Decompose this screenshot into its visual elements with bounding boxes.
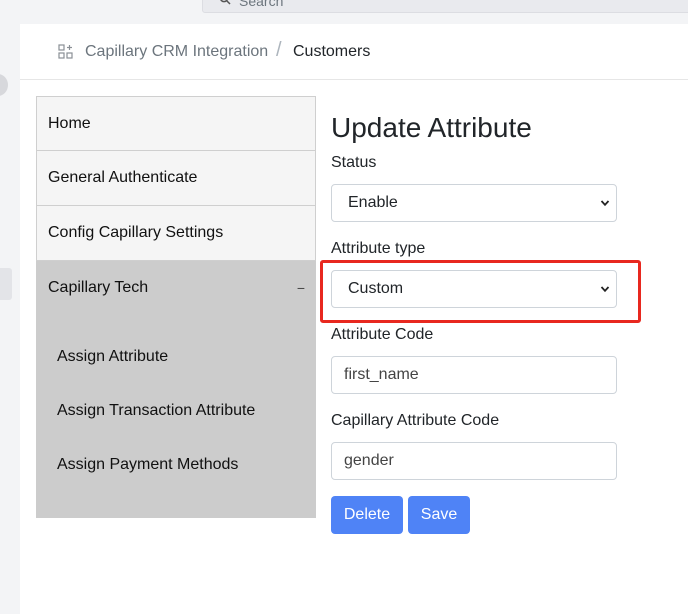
- capillary-attribute-code-input[interactable]: gender: [331, 442, 617, 480]
- sidebar-toggle[interactable]: [0, 74, 8, 96]
- submenu-item-assign-attribute[interactable]: Assign Attribute: [36, 330, 316, 384]
- submenu-item-assign-payment-methods[interactable]: Assign Payment Methods: [36, 438, 316, 492]
- main-panel: Capillary CRM Integration / Customers Ho…: [20, 24, 688, 614]
- side-menu: Home General Authenticate Config Capilla…: [36, 96, 316, 518]
- menu-item-capillary-tech[interactable]: Capillary Tech −: [36, 261, 316, 316]
- submenu-item-label: Assign Transaction Attribute: [57, 402, 256, 419]
- collapse-icon[interactable]: −: [297, 261, 305, 315]
- breadcrumb-separator: /: [276, 39, 282, 61]
- search-placeholder: Search: [239, 0, 284, 9]
- attribute-code-label: Attribute Code: [331, 326, 434, 343]
- capillary-attribute-code-label: Capillary Attribute Code: [331, 412, 500, 429]
- status-value: Enable: [348, 194, 398, 211]
- left-rail: [0, 24, 20, 614]
- attribute-code-value: first_name: [344, 366, 419, 383]
- submenu-item-label: Assign Attribute: [57, 348, 169, 365]
- apps-icon: [58, 44, 73, 59]
- search-input[interactable]: Search: [202, 0, 688, 13]
- submenu-item-assign-transaction-attribute[interactable]: Assign Transaction Attribute: [36, 384, 316, 438]
- breadcrumb-root-link[interactable]: Capillary CRM Integration: [85, 43, 268, 61]
- highlight-box: [320, 260, 641, 323]
- attribute-code-input[interactable]: first_name: [331, 356, 617, 394]
- status-select[interactable]: Enable: [331, 184, 617, 222]
- delete-button[interactable]: Delete: [331, 496, 403, 534]
- page-title: Update Attribute: [331, 112, 532, 143]
- menu-item-label: Capillary Tech: [48, 279, 149, 296]
- capillary-attribute-code-value: gender: [344, 452, 394, 469]
- top-bar: Search: [0, 0, 688, 24]
- attribute-type-label: Attribute type: [331, 240, 426, 257]
- menu-item-label: Home: [48, 115, 91, 132]
- breadcrumb: Capillary CRM Integration / Customers: [20, 24, 688, 80]
- search-icon: [220, 0, 231, 5]
- submenu-capillary-tech: Assign Attribute Assign Transaction Attr…: [36, 316, 316, 518]
- menu-item-home[interactable]: Home: [36, 96, 316, 151]
- save-button[interactable]: Save: [408, 496, 470, 534]
- status-label: Status: [331, 154, 377, 171]
- breadcrumb-current: Customers: [293, 43, 371, 60]
- menu-item-config-capillary-settings[interactable]: Config Capillary Settings: [36, 206, 316, 261]
- chevron-down-icon: [600, 200, 610, 207]
- submenu-item-label: Assign Payment Methods: [57, 456, 239, 473]
- menu-item-label: Config Capillary Settings: [48, 224, 224, 241]
- menu-item-general-authenticate[interactable]: General Authenticate: [36, 151, 316, 206]
- rail-active-marker: [0, 268, 12, 300]
- menu-item-label: General Authenticate: [48, 169, 198, 186]
